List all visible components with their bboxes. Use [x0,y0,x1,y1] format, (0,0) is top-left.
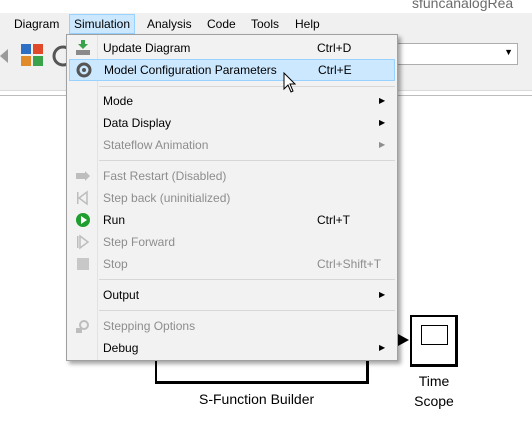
menu-item-model-configuration-parameters[interactable]: Model Configuration Parameters Ctrl+E [69,59,395,81]
menu-item-label: Data Display [103,116,172,130]
menu-item-update-diagram[interactable]: Update Diagram Ctrl+D [69,37,395,59]
submenu-arrow-icon: ▶ [379,96,386,105]
step-back-icon [77,190,88,206]
fast-restart-icon [76,171,90,181]
menu-item-shortcut: Ctrl+D [317,41,352,55]
menu-tools[interactable]: Tools [247,15,283,33]
menu-item-step-back[interactable]: Step back (uninitialized) [69,187,395,209]
time-scope-label-line1: Time [418,373,450,389]
menu-item-label: Debug [103,341,139,355]
submenu-arrow-icon: ▶ [379,343,386,352]
menu-item-label: Update Diagram [103,41,191,55]
menu-help[interactable]: Help [291,15,324,33]
menu-item-label: Output [103,288,140,302]
update-diagram-icon [76,40,90,55]
menu-item-data-display[interactable]: Data Display ▶ [69,112,395,134]
menu-item-stepping-options[interactable]: Stepping Options [69,315,395,337]
menu-item-label: Mode [103,94,134,108]
time-scope-block[interactable] [410,315,458,367]
menu-item-shortcut: Ctrl+E [318,63,352,77]
menu-separator [99,310,395,311]
stepping-options-icon [76,320,89,333]
menu-code[interactable]: Code [203,15,240,33]
sfunction-builder-label: S-Function Builder [199,391,315,407]
menu-item-stateflow-animation[interactable]: Stateflow Animation ▶ [69,134,395,156]
menu-item-label: Stateflow Animation [103,138,209,152]
menu-analysis[interactable]: Analysis [143,15,196,33]
menu-separator [99,160,395,161]
stop-icon [77,258,89,270]
time-scope-label-line2: Scope [414,393,454,409]
menu-item-mode[interactable]: Mode ▶ [69,90,395,112]
toolbar-scroll-icon[interactable] [0,49,8,63]
step-forward-icon [77,234,90,250]
menu-simulation[interactable]: Simulation [69,14,136,34]
menu-item-label: Fast Restart (Disabled) [103,169,227,183]
menu-item-step-forward[interactable]: Step Forward [69,231,395,253]
menu-item-run[interactable]: Run Ctrl+T [69,209,395,231]
title-bar: sfuncanalogRea [0,0,532,13]
menu-item-stop[interactable]: Stop Ctrl+Shift+T [69,253,395,275]
submenu-arrow-icon: ▶ [379,118,386,127]
menu-item-label: Step Forward [103,235,176,249]
window-title: sfuncanalogRea [412,0,514,11]
submenu-arrow-icon: ▶ [379,290,386,299]
model-settings-icon[interactable] [52,45,66,67]
menu-item-label: Stop [103,257,128,271]
menu-separator [99,86,395,87]
signal-arrow-icon [398,334,409,346]
menu-bar: Diagram Simulation Analysis Code Tools H… [0,13,532,35]
library-browser-icon[interactable] [20,43,46,69]
menu-item-label: Run [103,213,126,227]
gear-icon [76,62,92,78]
menu-item-fast-restart[interactable]: Fast Restart (Disabled) [69,165,395,187]
time-scope-label: Time Scope [410,371,458,411]
scope-screen-icon [421,325,448,345]
menu-separator [99,279,395,280]
menu-item-label: Model Configuration Parameters [104,63,277,77]
simulation-menu: Update Diagram Ctrl+D Model Configuratio… [66,34,398,361]
mouse-cursor-icon [283,72,297,93]
menu-item-label: Stepping Options [103,319,196,333]
menu-item-shortcut: Ctrl+T [317,213,350,227]
submenu-arrow-icon: ▶ [379,140,386,149]
chevron-down-icon: ▼ [504,47,513,57]
menu-item-label: Step back (uninitialized) [103,191,231,205]
menu-item-output[interactable]: Output ▶ [69,284,395,306]
run-icon [76,213,90,227]
menu-item-debug[interactable]: Debug ▶ [69,337,395,359]
stop-time-combo[interactable]: ▼ [396,43,518,65]
menu-diagram[interactable]: Diagram [10,15,63,33]
menu-item-shortcut: Ctrl+Shift+T [317,257,382,271]
